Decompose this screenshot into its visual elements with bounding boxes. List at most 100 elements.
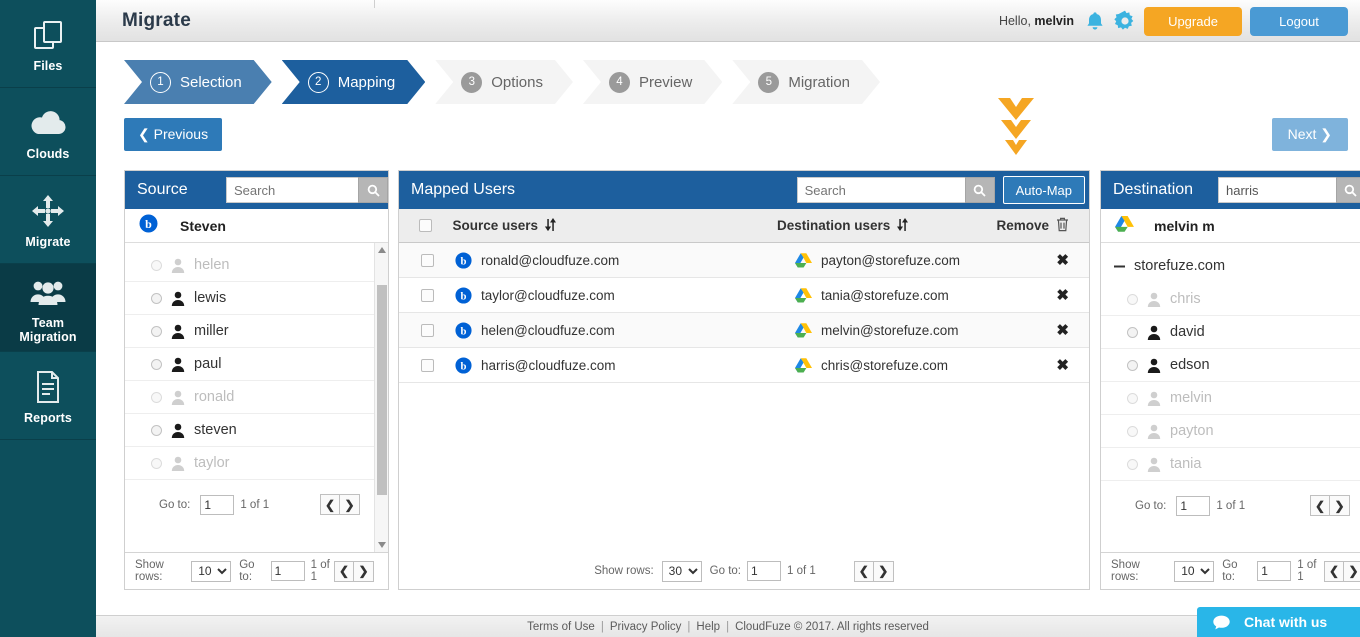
source-inner-pager: Go to: 1 of 1 ❮ ❯ (125, 480, 374, 515)
source-scrollbar[interactable] (374, 243, 388, 552)
radio-icon[interactable] (151, 259, 162, 271)
destination-item-tania[interactable]: tania (1101, 448, 1360, 481)
source-item-miller[interactable]: miller (125, 315, 374, 348)
destination-item-david[interactable]: david (1101, 316, 1360, 349)
sidebar-item-files[interactable]: Files (0, 0, 96, 88)
radio-icon[interactable] (1127, 326, 1138, 338)
radio-icon[interactable] (1127, 458, 1138, 470)
destination-rows-select[interactable]: 10 (1174, 560, 1215, 582)
radio-icon[interactable] (1127, 392, 1138, 404)
sidebar-item-reports[interactable]: Reports (0, 352, 96, 440)
step-migration[interactable]: 5 Migration (732, 60, 880, 104)
select-all-checkbox[interactable] (419, 219, 433, 232)
next-page-icon[interactable]: ❯ (354, 560, 375, 582)
step-options[interactable]: 3 Options (435, 60, 573, 104)
prev-page-icon[interactable]: ❮ (320, 494, 340, 515)
destination-goto-input[interactable] (1257, 561, 1292, 581)
source-tree: helen lewis miller paul ronald steven ta… (125, 243, 388, 553)
column-destination-users[interactable]: Destination users (777, 217, 997, 234)
destination-search-input[interactable] (1218, 177, 1336, 203)
sort-updown-icon[interactable] (897, 217, 909, 234)
prev-page-icon[interactable]: ❮ (853, 560, 874, 582)
mapped-search-button[interactable] (964, 177, 995, 203)
google-drive-icon (1115, 215, 1134, 237)
table-row[interactable]: b helen@cloudfuze.com melvin@storefuze.c… (399, 313, 1089, 348)
help-link[interactable]: Help (696, 621, 720, 633)
auto-map-button[interactable]: Auto-Map (1002, 176, 1085, 204)
step-selection[interactable]: 1 Selection (124, 60, 272, 104)
sort-updown-icon[interactable] (545, 217, 556, 234)
scroll-down-icon[interactable] (375, 538, 388, 552)
source-item-ronald[interactable]: ronald (125, 381, 374, 414)
prev-page-icon[interactable]: ❮ (1310, 495, 1330, 516)
radio-icon[interactable] (1127, 359, 1138, 371)
source-item-paul[interactable]: paul (125, 348, 374, 381)
destination-domain-row[interactable]: storefuze.com (1101, 249, 1360, 283)
sidebar-item-team-migration[interactable]: Team Migration (0, 264, 96, 352)
source-account-row[interactable]: b Steven (125, 209, 388, 243)
radio-icon[interactable] (151, 391, 162, 403)
radio-icon[interactable] (1127, 293, 1138, 305)
source-goto-input[interactable] (270, 561, 305, 581)
source-item-helen[interactable]: helen (125, 249, 374, 282)
minus-icon[interactable] (1113, 260, 1126, 273)
prev-page-icon[interactable]: ❮ (334, 560, 355, 582)
remove-row-icon[interactable]: ✖ (1056, 321, 1069, 339)
source-item-steven[interactable]: steven (125, 414, 374, 447)
row-checkbox[interactable] (420, 288, 434, 302)
remove-row-icon[interactable]: ✖ (1056, 356, 1069, 374)
destination-account-row[interactable]: melvin m (1101, 209, 1360, 243)
upgrade-button[interactable]: Upgrade (1144, 6, 1242, 36)
source-item-taylor[interactable]: taylor (125, 447, 374, 480)
scrollbar-thumb[interactable] (377, 285, 387, 495)
source-inner-goto-input[interactable] (200, 494, 235, 515)
table-row[interactable]: b harris@cloudfuze.com chris@storefuze.c… (399, 348, 1089, 383)
mapped-search-input[interactable] (796, 177, 965, 203)
destination-inner-goto-input[interactable] (1176, 495, 1211, 516)
bell-icon[interactable] (1084, 10, 1106, 32)
sidebar-item-migrate[interactable]: Migrate (0, 176, 96, 264)
step-preview[interactable]: 4 Preview (583, 60, 722, 104)
mapped-goto-input[interactable] (746, 561, 781, 581)
source-search-button[interactable] (358, 177, 388, 203)
column-source-users[interactable]: Source users (452, 217, 777, 234)
next-page-icon[interactable]: ❯ (1344, 560, 1360, 582)
radio-icon[interactable] (151, 457, 162, 469)
next-button[interactable]: Next ❯ (1271, 118, 1348, 151)
radio-icon[interactable] (151, 424, 162, 436)
mapped-rows-select[interactable]: 30 (661, 560, 702, 582)
privacy-policy-link[interactable]: Privacy Policy (610, 621, 682, 633)
row-checkbox[interactable] (420, 253, 434, 267)
chat-widget[interactable]: Chat with us (1197, 607, 1360, 637)
destination-item-edson[interactable]: edson (1101, 349, 1360, 382)
sidebar-item-clouds[interactable]: Clouds (0, 88, 96, 176)
previous-button[interactable]: ❮ Previous (124, 118, 223, 151)
source-search-input[interactable] (226, 177, 358, 203)
radio-icon[interactable] (1127, 425, 1138, 437)
source-item-lewis[interactable]: lewis (125, 282, 374, 315)
destination-item-chris[interactable]: chris (1101, 283, 1360, 316)
row-checkbox[interactable] (420, 358, 434, 372)
next-page-icon[interactable]: ❯ (340, 494, 360, 515)
radio-icon[interactable] (151, 358, 162, 370)
row-checkbox[interactable] (420, 323, 434, 337)
next-page-icon[interactable]: ❯ (873, 560, 894, 582)
logout-button[interactable]: Logout (1250, 6, 1348, 36)
radio-icon[interactable] (151, 292, 162, 304)
destination-item-melvin[interactable]: melvin (1101, 382, 1360, 415)
table-row[interactable]: b taylor@cloudfuze.com tania@storefuze.c… (399, 278, 1089, 313)
table-row[interactable]: b ronald@cloudfuze.com payton@storefuze.… (399, 243, 1089, 278)
destination-item-payton[interactable]: payton (1101, 415, 1360, 448)
step-mapping[interactable]: 2 Mapping (282, 60, 426, 104)
remove-row-icon[interactable]: ✖ (1056, 286, 1069, 304)
remove-row-icon[interactable]: ✖ (1056, 251, 1069, 269)
destination-search-button[interactable] (1336, 177, 1360, 203)
radio-icon[interactable] (151, 325, 162, 337)
source-rows-select[interactable]: 10 (191, 560, 232, 582)
trash-icon[interactable] (1056, 217, 1069, 235)
terms-of-use-link[interactable]: Terms of Use (527, 621, 595, 633)
gear-icon[interactable] (1114, 10, 1136, 32)
next-page-icon[interactable]: ❯ (1330, 495, 1350, 516)
scroll-up-icon[interactable] (375, 243, 388, 257)
prev-page-icon[interactable]: ❮ (1324, 560, 1344, 582)
